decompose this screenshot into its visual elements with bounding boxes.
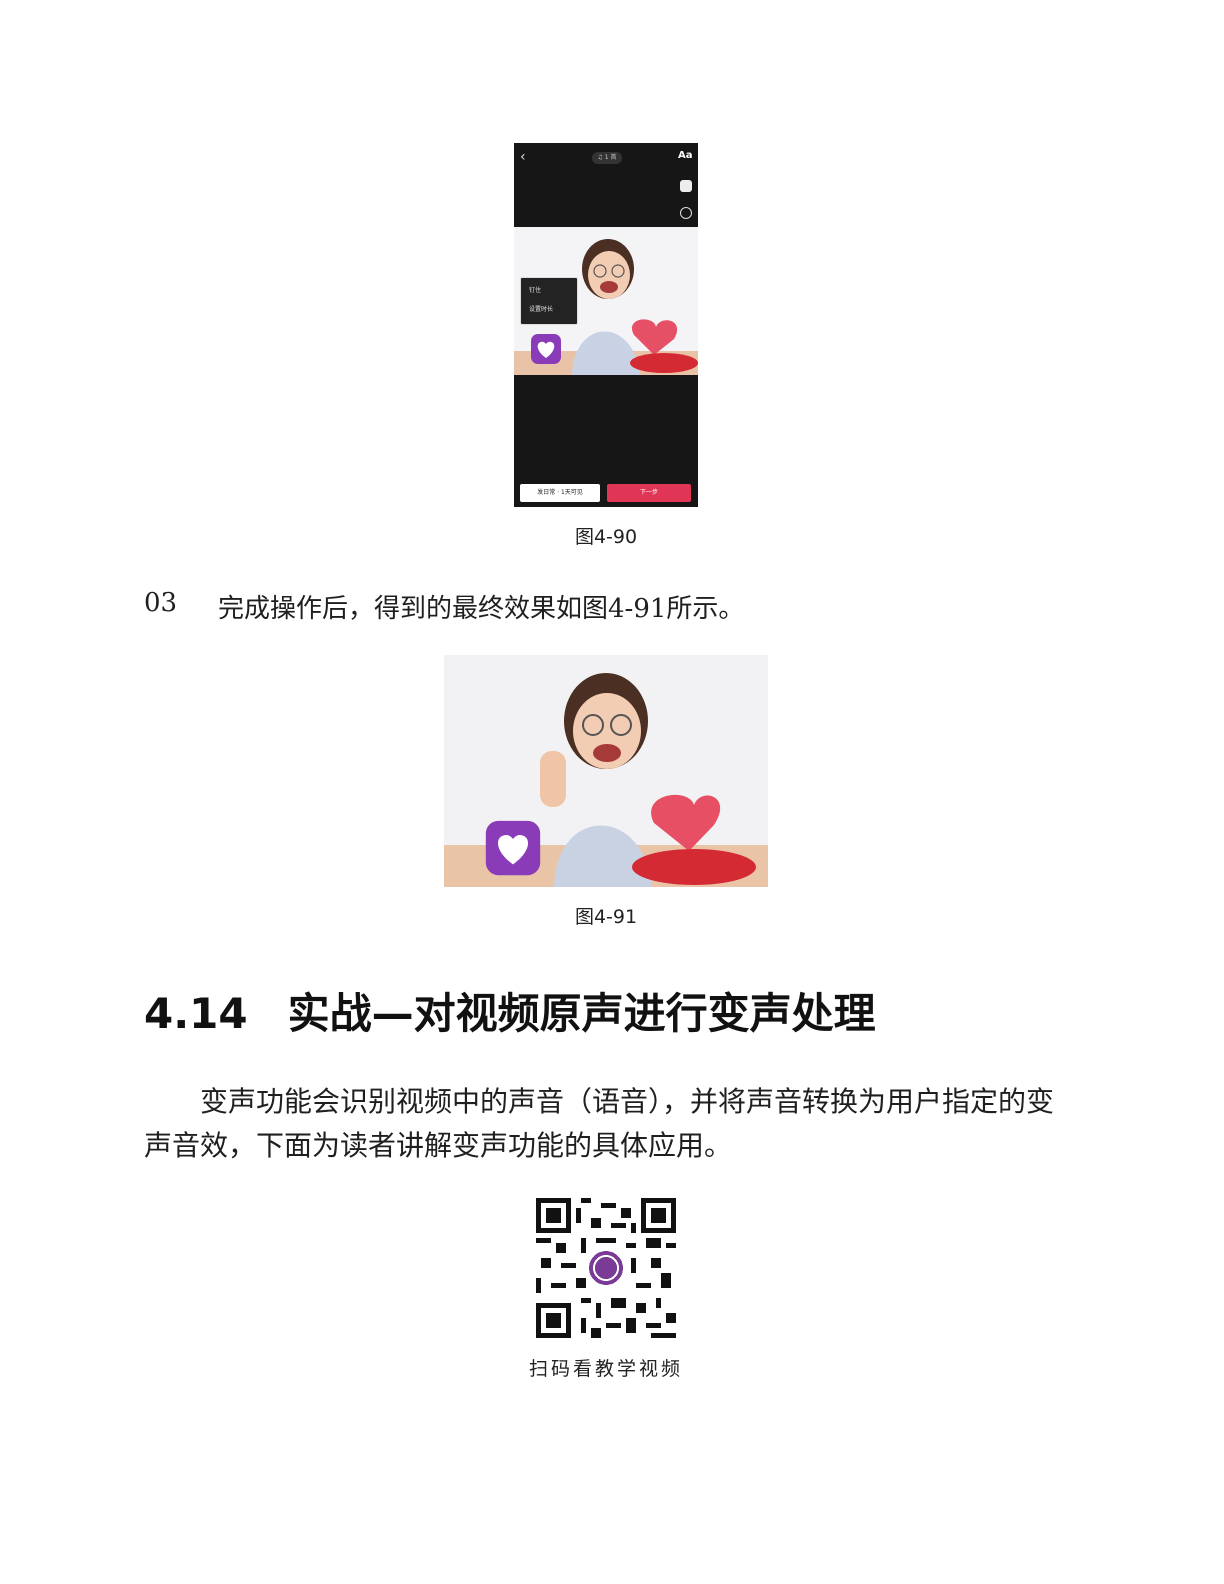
figure-caption: 图4-90 xyxy=(574,526,638,548)
next-step-button[interactable]: 下一步 xyxy=(607,484,691,502)
sticker-popup-menu: 钉住 设置时长 xyxy=(520,277,578,325)
qr-code-image xyxy=(536,1198,676,1338)
chevron-left-icon[interactable]: ‹ xyxy=(520,149,526,165)
set-duration-menu-item[interactable]: 设置时长 xyxy=(521,294,577,313)
section-title: 实战—对视频原声进行变声处理 xyxy=(287,989,876,1038)
post-daily-button[interactable]: 发日常 · 1天可见 xyxy=(520,484,600,502)
text-tool-icon[interactable]: Aa xyxy=(678,150,693,161)
figure-caption: 图4-91 xyxy=(574,906,638,928)
sticker-icon[interactable] xyxy=(680,180,692,192)
step-number: 03 xyxy=(144,588,178,618)
body-paragraph: 变声功能会识别视频中的声音（语音），并将声音转换为用户指定的变声音效，下面为读者… xyxy=(144,1085,1055,1162)
pin-menu-item[interactable]: 钉住 xyxy=(521,278,577,294)
phone-screenshot: ‹ ♫ 1 首 Aa 钉住 设置时长 发日常 · 1天可见 下一步 xyxy=(514,143,698,507)
heart-sticker[interactable] xyxy=(530,333,562,365)
qr-label: 扫码看教学视频 xyxy=(528,1358,683,1380)
heart-sticker xyxy=(484,819,542,877)
music-chip[interactable]: ♫ 1 首 xyxy=(592,152,622,164)
timer-icon[interactable] xyxy=(680,207,692,219)
result-photo xyxy=(444,655,768,887)
step-text: 完成操作后，得到的最终效果如图4-91所示。 xyxy=(218,594,745,624)
section-number: 4.14 xyxy=(144,989,248,1038)
qr-code[interactable] xyxy=(536,1198,676,1338)
section-heading: 4.14 实战—对视频原声进行变声处理 xyxy=(144,980,876,1041)
